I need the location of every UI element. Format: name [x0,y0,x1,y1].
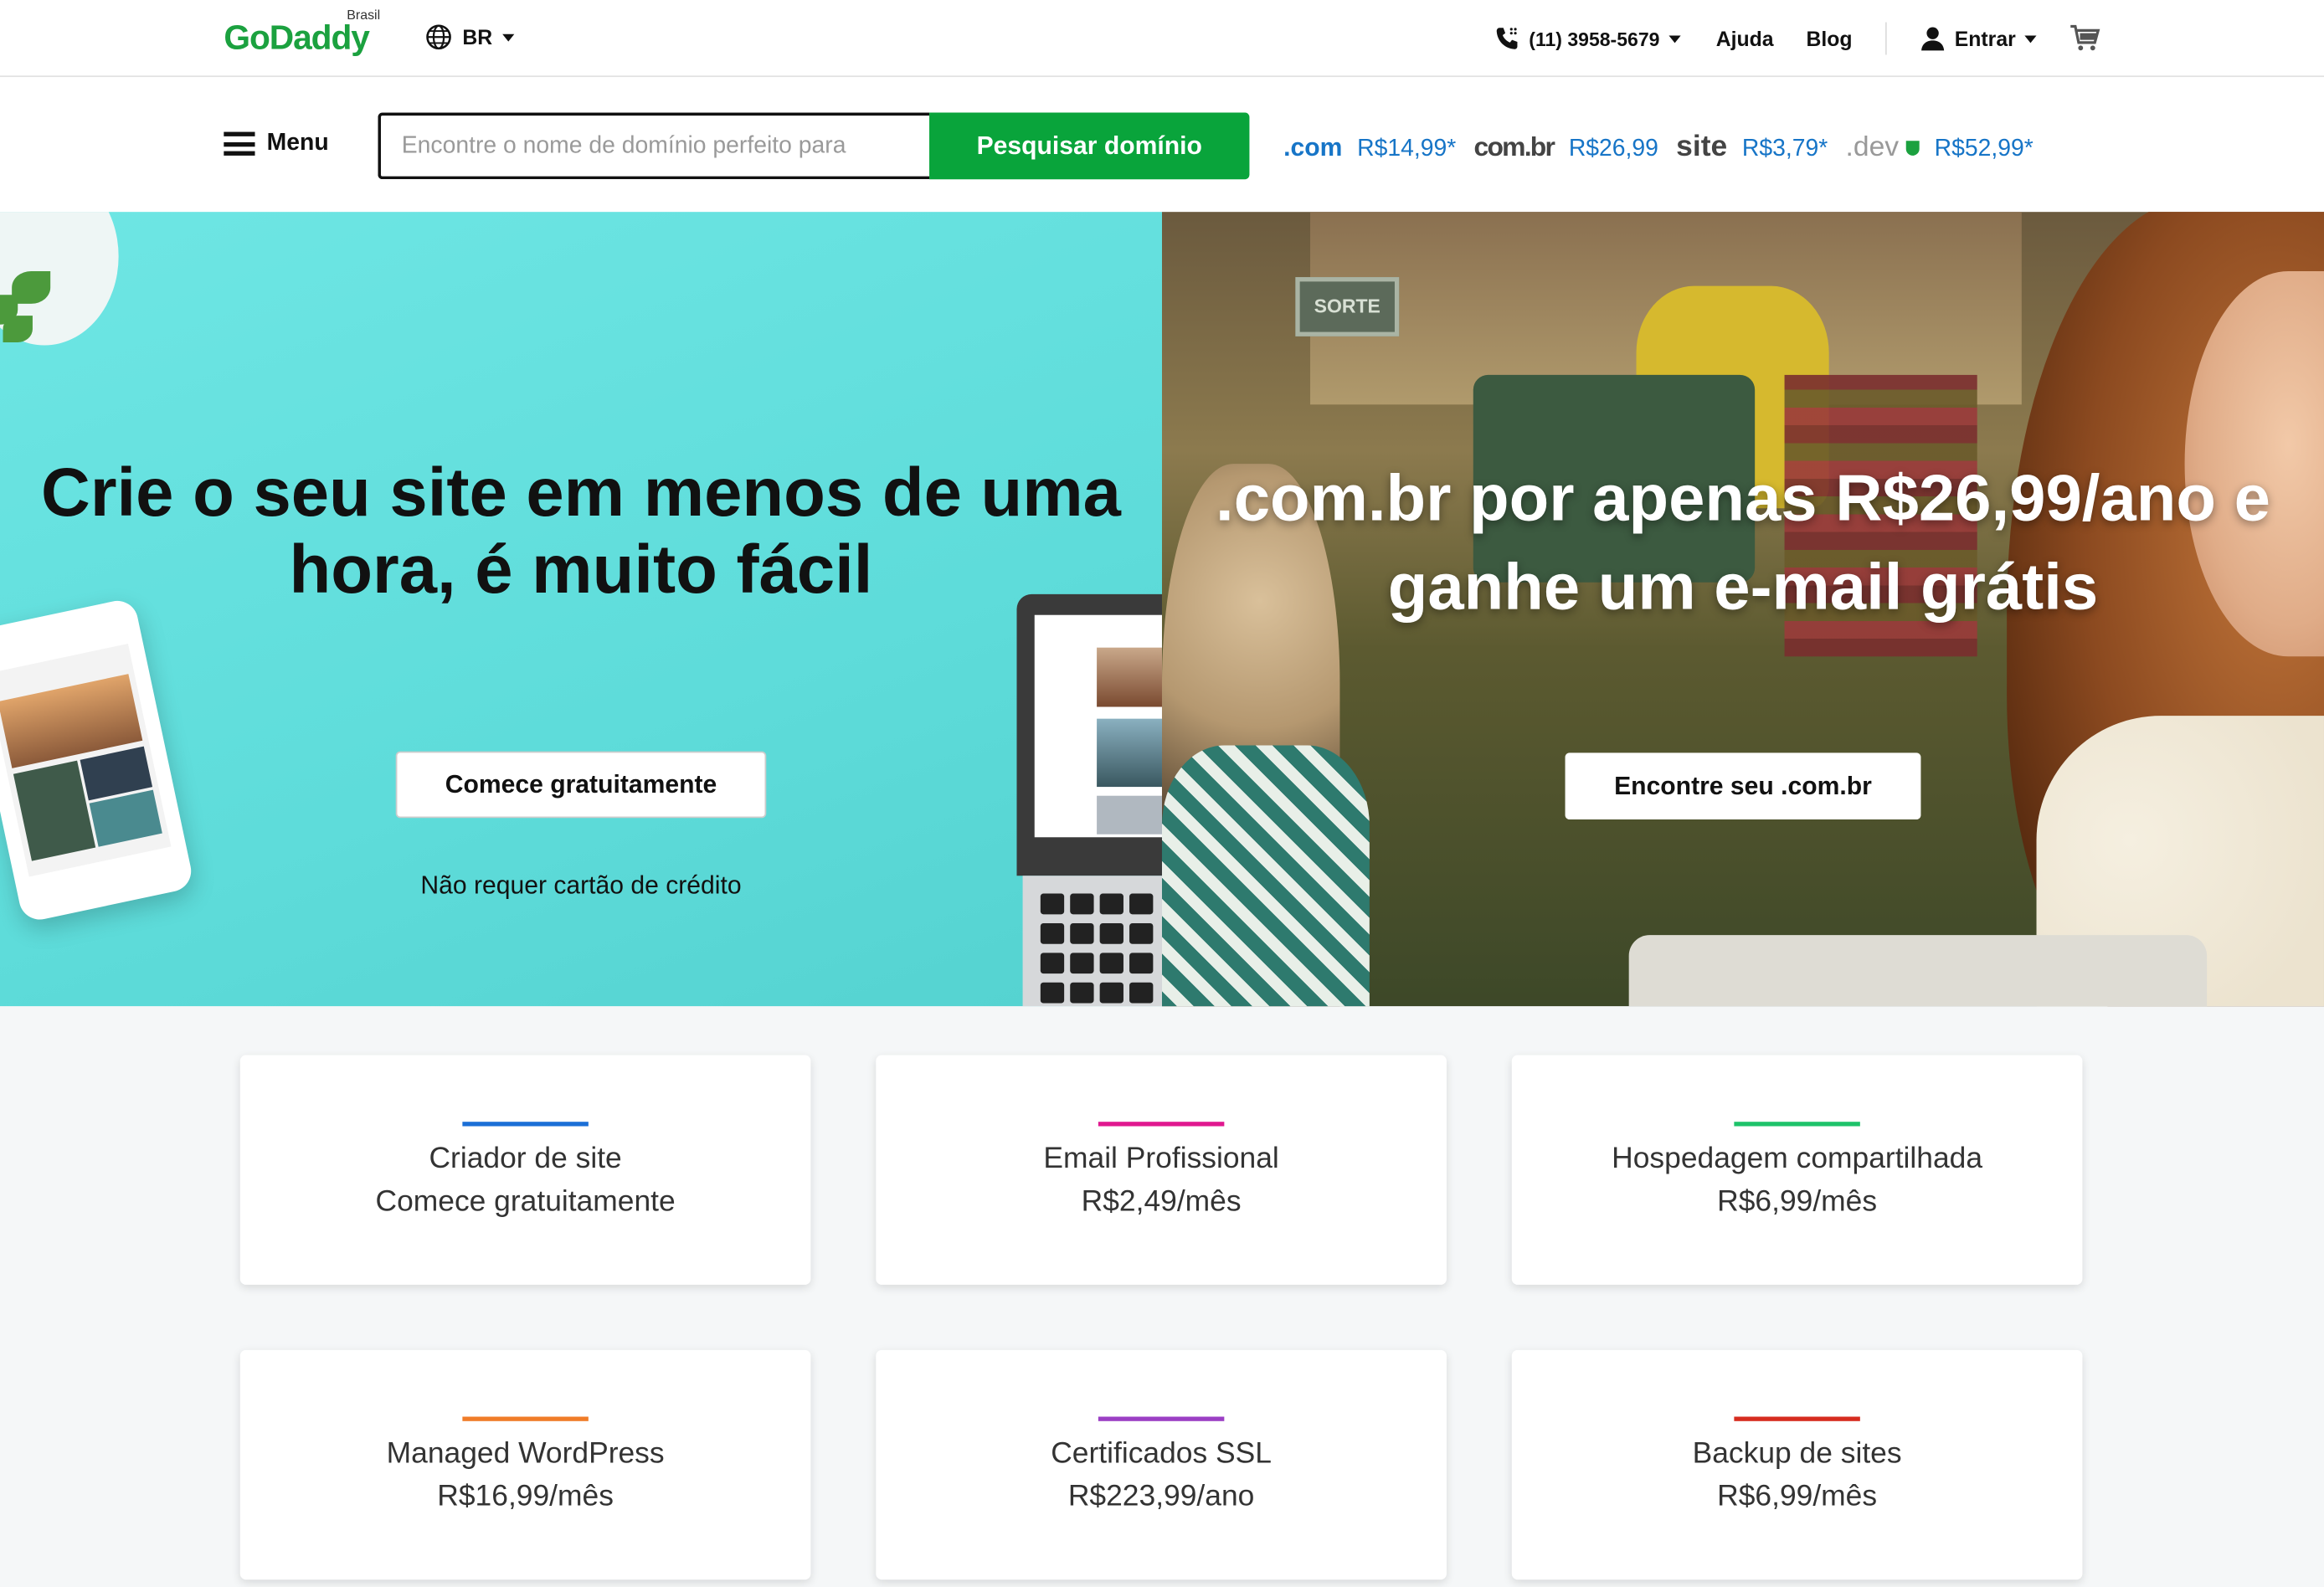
tld-name: com.br [1473,131,1555,162]
hero-title: Crie o seu site em menos de uma hora, é … [41,453,1121,608]
product-name: Managed WordPress [386,1437,665,1471]
product-card-backup[interactable]: Backup de sites R$6,99/mês [1511,1349,2083,1580]
card-accent-bar [1098,1122,1225,1127]
sorte-sign: SORTE [1295,277,1400,336]
tld-price: R$14,99* [1357,135,1457,162]
cart-button[interactable] [2069,23,2101,53]
product-name: Certificados SSL [1051,1437,1272,1471]
tld-price: R$3,79* [1741,136,1828,162]
product-detail: R$223,99/ano [1067,1480,1255,1513]
globe-icon [426,24,451,50]
product-card-ssl[interactable]: Certificados SSL R$223,99/ano [876,1349,1447,1580]
find-combr-button[interactable]: Encontre seu .com.br [1565,752,1921,820]
plant-decoration [0,212,119,346]
phone-number: (11) 3958-5679 [1529,27,1660,50]
tld-item-com[interactable]: .com R$14,99* [1283,132,1456,162]
nav-link-blog[interactable]: Blog [1807,22,1887,55]
signin-menu[interactable]: Entrar [1919,25,2037,52]
tld-price-list: .com R$14,99* com.br R$26,99 site R$3,79… [1283,131,2051,165]
tld-name: .dev [1845,131,1900,162]
page: GoDaddy Brasil BR (11) 3958-5679 Ajuda B… [0,0,2324,1587]
card-accent-bar [1098,1416,1225,1421]
domain-search-input[interactable] [378,112,930,180]
pug-shirt [1161,745,1370,1007]
product-card-email[interactable]: Email Profissional R$2,49/mês [876,1055,1447,1285]
signin-label: Entrar [1954,26,2016,51]
cart-icon [2070,24,2100,51]
product-card-hosting[interactable]: Hospedagem compartilhada R$6,99/mês [1511,1055,2083,1285]
product-detail: Comece gratuitamente [375,1185,676,1219]
card-accent-bar [1734,1122,1860,1127]
product-name: Backup de sites [1692,1437,1902,1471]
tld-name: site [1676,130,1728,163]
shield-icon [1905,140,1920,156]
product-name: Email Profissional [1043,1142,1279,1175]
product-detail: R$16,99/mês [437,1480,614,1513]
product-detail: R$2,49/mês [1081,1185,1242,1219]
laptop-illustration [1016,593,1162,1007]
phone-icon [1496,28,1517,49]
hamburger-icon [224,131,255,156]
phone-menu[interactable]: (11) 3958-5679 [1494,25,1681,52]
laptop-back [1628,935,2208,1007]
product-card-website-builder[interactable]: Criador de site Comece gratuitamente [239,1055,811,1285]
start-free-button[interactable]: Comece gratuitamente [395,751,767,819]
chevron-down-icon [502,33,515,41]
domain-search-bar: Menu Pesquisar domínio .com R$14,99* com… [0,77,2324,213]
top-bar: GoDaddy Brasil BR (11) 3958-5679 Ajuda B… [0,0,2324,78]
user-icon [1920,27,1944,51]
tld-item-combr[interactable]: com.br R$26,99 [1473,132,1658,163]
locale-label: BR [462,25,493,49]
logo-region: Brasil [347,7,381,23]
nav-link-ajuda[interactable]: Ajuda [1716,27,1774,50]
logo-wordmark: GoDaddy [224,18,370,57]
locale-selector[interactable]: BR [425,23,515,50]
product-name: Hospedagem compartilhada [1612,1142,1983,1175]
no-credit-card-note: Não requer cartão de crédito [420,871,742,900]
tld-item-dev[interactable]: .dev R$52,99* [1846,131,2034,164]
menu-button[interactable]: Menu [224,130,329,157]
tld-price: R$52,99* [1934,135,2034,162]
card-accent-bar [462,1122,589,1127]
menu-label: Menu [266,130,329,156]
chevron-down-icon [2024,34,2037,43]
product-detail: R$6,99/mês [1717,1480,1878,1513]
tld-price: R$26,99 [1568,136,1658,162]
product-name: Criador de site [429,1142,622,1175]
card-accent-bar [1734,1416,1860,1421]
card-accent-bar [462,1416,589,1421]
product-card-wordpress[interactable]: Managed WordPress R$16,99/mês [239,1349,811,1580]
tld-name: .com [1283,132,1343,162]
chevron-down-icon [1668,34,1681,43]
top-nav: (11) 3958-5679 Ajuda Blog Entrar [1494,22,2102,55]
search-domain-button[interactable]: Pesquisar domínio [929,112,1250,180]
hero-combr-promo: SORTE .com.br por apenas R$26,99/ano e g… [1161,212,2324,1007]
tld-item-site[interactable]: site R$3,79* [1676,131,1828,165]
promo-title: .com.br por apenas R$26,99/ano e ganhe u… [1216,462,2270,624]
product-detail: R$6,99/mês [1717,1185,1878,1219]
hero-website-builder: Crie o seu site em menos de uma hora, é … [0,212,1162,1007]
